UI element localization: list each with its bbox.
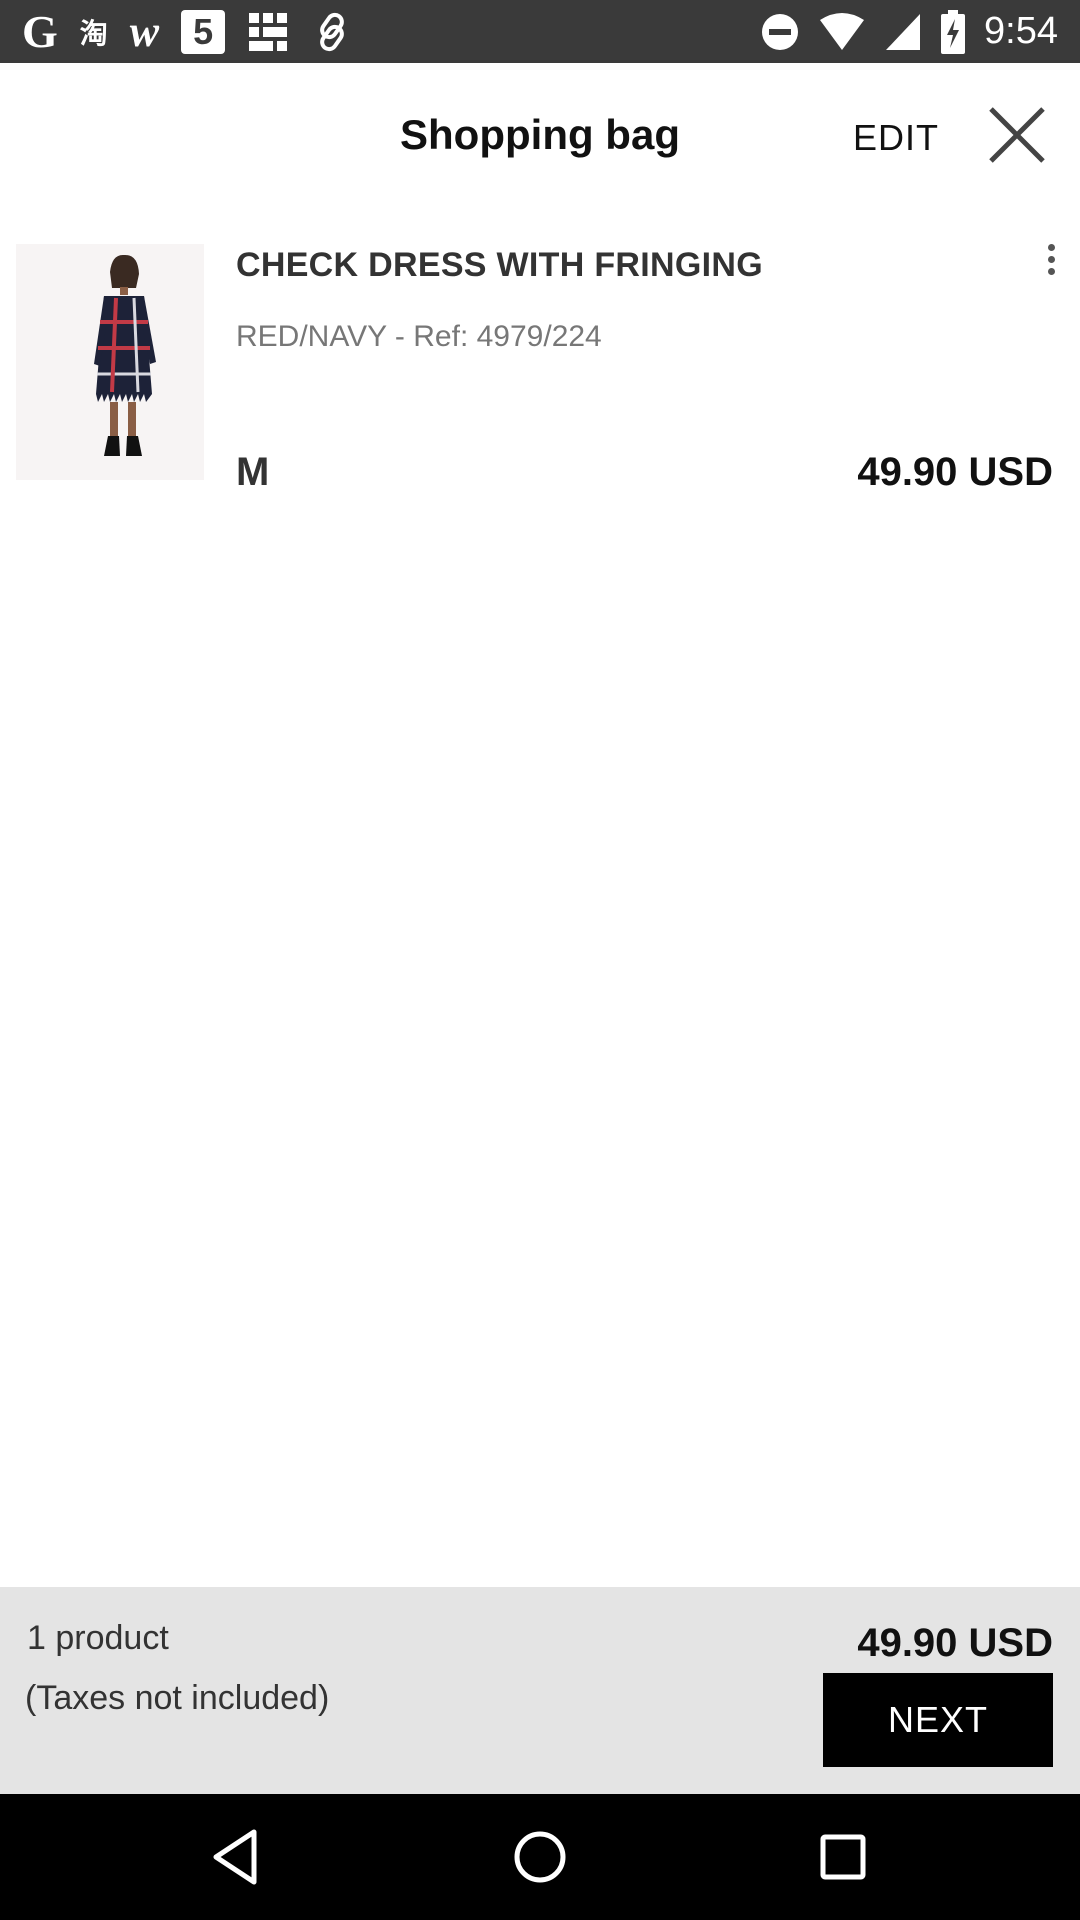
clock: 9:54 <box>984 10 1058 52</box>
product-image[interactable] <box>16 244 204 480</box>
link-icon <box>311 10 353 54</box>
grid-app-icon <box>247 10 289 54</box>
do-not-disturb-icon <box>760 10 800 54</box>
more-dot <box>1047 255 1055 263</box>
product-size: M <box>236 450 270 494</box>
signal-icon <box>884 10 922 54</box>
navigation-bar <box>0 1794 1080 1920</box>
back-icon[interactable] <box>204 1824 270 1890</box>
html5-icon: 5 <box>181 9 226 54</box>
cart-item[interactable]: CHECK DRESS WITH FRINGING RED/NAVY - Ref… <box>0 230 1080 510</box>
product-details: RED/NAVY - Ref: 4979/224 <box>236 320 602 353</box>
product-price: 49.90 USD <box>857 450 1053 494</box>
wifi-icon <box>818 10 866 54</box>
google-icon: G <box>22 5 58 57</box>
recents-icon[interactable] <box>810 1824 876 1890</box>
more-dot <box>1047 267 1055 275</box>
home-icon[interactable] <box>507 1824 573 1890</box>
battery-charging-icon <box>940 9 966 54</box>
wish-icon: w <box>129 6 160 56</box>
more-dot <box>1047 243 1055 251</box>
taobao-icon: 淘 <box>79 17 108 49</box>
edit-button[interactable]: EDIT <box>853 117 939 159</box>
status-bar: G 淘 w 5 9:54 <box>0 0 1080 63</box>
system-icons: 9:54 <box>760 0 1058 63</box>
notification-icons: G 淘 w 5 <box>22 0 353 63</box>
taxes-note: (Taxes not included) <box>25 1679 330 1717</box>
more-options-icon[interactable] <box>1036 234 1066 284</box>
product-count: 1 product <box>27 1619 169 1657</box>
total-price: 49.90 USD <box>857 1621 1053 1665</box>
close-icon[interactable] <box>985 103 1049 167</box>
next-button[interactable]: NEXT <box>823 1673 1053 1767</box>
product-name: CHECK DRESS WITH FRINGING <box>236 246 763 284</box>
header: Shopping bag EDIT <box>0 63 1080 208</box>
order-summary: 1 product (Taxes not included) 49.90 USD… <box>0 1587 1080 1794</box>
